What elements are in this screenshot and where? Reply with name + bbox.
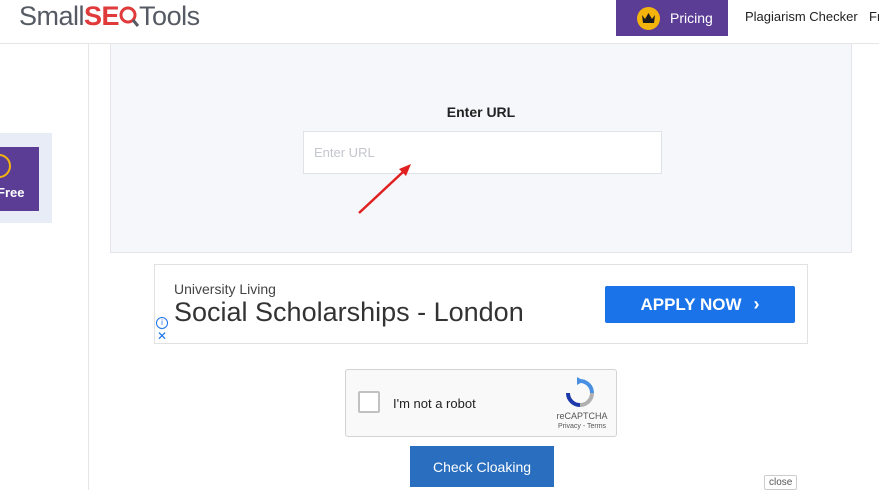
recaptcha-label: I'm not a robot — [393, 396, 476, 411]
recaptcha-logo-icon — [566, 377, 594, 407]
free-label: Free — [0, 185, 25, 200]
ad-close-icon[interactable]: ✕ — [157, 329, 167, 343]
recaptcha-widget: I'm not a robot reCAPTCHA Privacy - Term… — [345, 369, 617, 437]
overlay-close-button[interactable]: close — [764, 475, 798, 490]
logo-text-small: Small — [19, 1, 85, 31]
advertisement-banner[interactable]: University Living Social Scholarships - … — [154, 264, 808, 344]
site-logo[interactable]: SmallSE Tools — [19, 1, 200, 31]
sidebar-divider — [88, 44, 89, 490]
url-field-title: Enter URL — [446, 104, 516, 120]
crown-badge-icon — [0, 154, 11, 178]
recaptcha-privacy-terms[interactable]: Privacy - Terms — [551, 423, 613, 430]
logo-text-tools: Tools — [139, 1, 200, 31]
logo-text-seo: SE — [84, 1, 120, 31]
crown-icon — [637, 6, 660, 30]
apply-now-label: APPLY NOW — [640, 294, 742, 314]
check-cloaking-button[interactable]: Check Cloaking — [410, 446, 554, 487]
tool-panel: Enter URL — [110, 44, 852, 253]
magnifier-icon — [119, 6, 140, 27]
recaptcha-brand: reCAPTCHA — [556, 411, 608, 421]
recaptcha-checkbox[interactable] — [358, 391, 380, 413]
pricing-label: Pricing — [670, 10, 713, 26]
ad-info-icon[interactable]: i — [156, 317, 168, 329]
pricing-button[interactable]: Pricing — [616, 0, 728, 36]
nav-item-truncated[interactable]: Fr — [869, 9, 879, 24]
top-header: SmallSE Tools Pricing Plagiarism Checker… — [0, 0, 879, 44]
sidebar-free-button[interactable]: Free — [0, 147, 39, 211]
ad-headline[interactable]: Social Scholarships - London — [174, 297, 524, 328]
apply-now-button[interactable]: APPLY NOW › — [605, 286, 795, 323]
ad-brand: University Living — [174, 281, 276, 297]
chevron-right-icon: › — [753, 294, 760, 314]
nav-plagiarism-checker[interactable]: Plagiarism Checker — [745, 9, 858, 24]
annotation-arrow-icon — [358, 164, 411, 214]
